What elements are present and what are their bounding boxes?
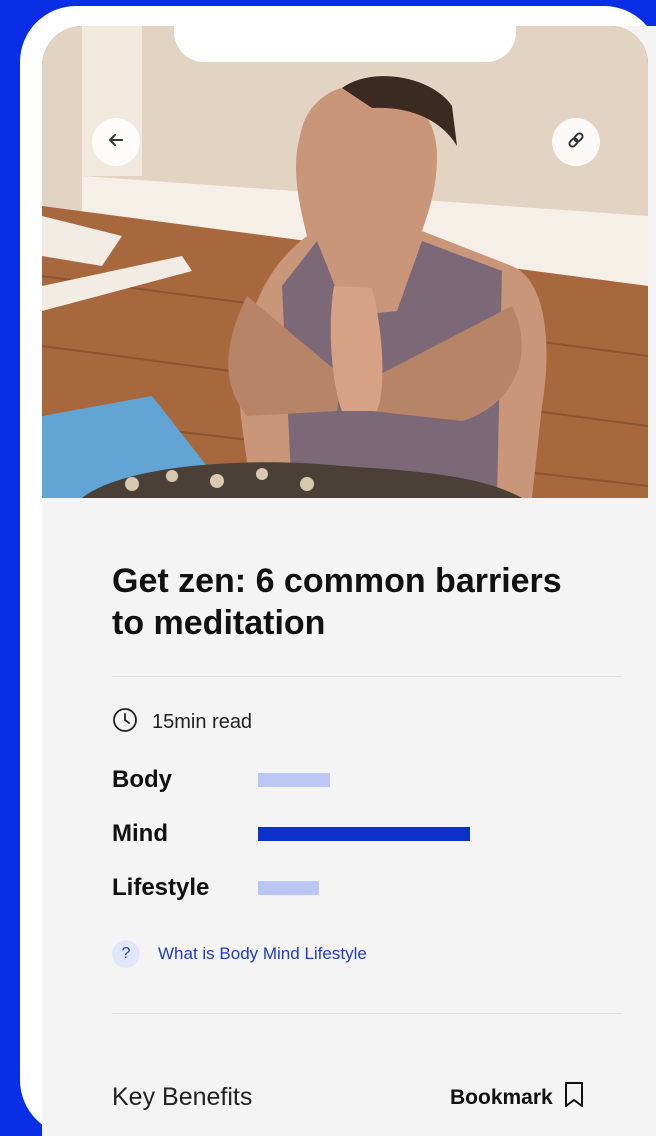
app-screen: Get zen: 6 common barriers to meditation… bbox=[42, 26, 656, 1136]
read-time-label: 15min read bbox=[152, 710, 253, 733]
metric-level-bar bbox=[258, 827, 470, 841]
metric-mind: Mind bbox=[112, 818, 470, 850]
phone-frame: Get zen: 6 common barriers to meditation… bbox=[20, 6, 656, 1136]
metric-label: Body bbox=[112, 766, 172, 793]
section-title: Key Benefits bbox=[112, 1083, 253, 1111]
link-icon bbox=[565, 129, 587, 156]
help-link[interactable]: What is Body Mind Lifestyle bbox=[158, 944, 367, 964]
phone-notch bbox=[174, 6, 516, 62]
article-content: Get zen: 6 common barriers to meditation… bbox=[42, 498, 648, 1136]
question-icon: ? bbox=[112, 940, 140, 968]
metric-label: Lifestyle bbox=[112, 874, 210, 901]
help-row[interactable]: ? What is Body Mind Lifestyle bbox=[112, 940, 367, 968]
read-time: 15min read bbox=[112, 707, 253, 738]
clock-icon bbox=[112, 707, 138, 738]
divider bbox=[112, 1013, 622, 1014]
bookmark-label: Bookmark bbox=[450, 1085, 553, 1109]
metric-level-bar bbox=[258, 773, 330, 787]
metric-level-bar bbox=[258, 881, 319, 895]
back-button[interactable] bbox=[92, 118, 140, 166]
bookmark-icon bbox=[563, 1081, 585, 1114]
article-title: Get zen: 6 common barriers to meditation bbox=[112, 562, 562, 642]
bookmark-button[interactable]: Bookmark bbox=[450, 1081, 585, 1114]
metric-lifestyle: Lifestyle bbox=[112, 872, 319, 904]
hero-image bbox=[42, 26, 648, 498]
copy-link-button[interactable] bbox=[552, 118, 600, 166]
metric-label: Mind bbox=[112, 820, 168, 847]
divider bbox=[112, 676, 622, 677]
arrow-left-icon bbox=[106, 130, 126, 155]
metric-body: Body bbox=[112, 764, 330, 796]
